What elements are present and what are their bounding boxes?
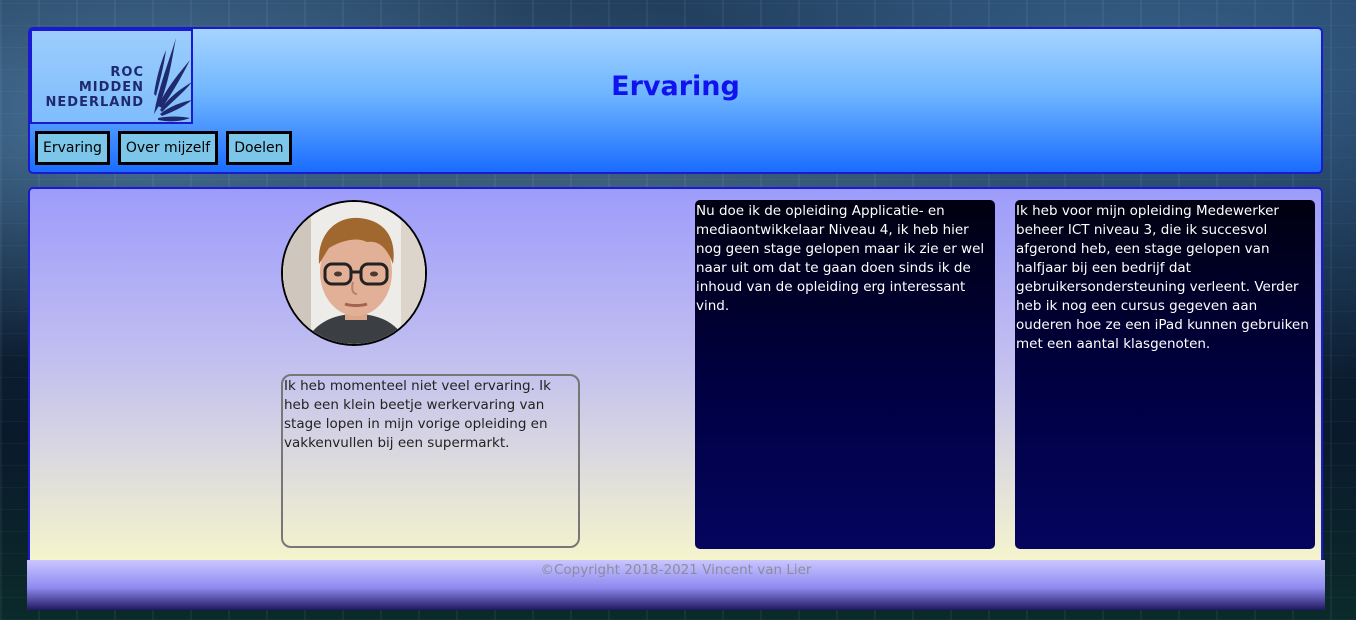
profile-photo xyxy=(281,200,427,346)
intro-text-box: Ik heb momenteel niet veel ervaring. Ik … xyxy=(281,374,580,548)
nav-button-ervaring[interactable]: Ervaring xyxy=(35,131,110,165)
site-header: ROC MIDDEN NEDERLAND Ervaring Ervaring O… xyxy=(28,27,1323,174)
main-nav: Ervaring Over mijzelf Doelen xyxy=(35,131,292,165)
profile-photo-illustration xyxy=(283,202,425,344)
copyright-text: ©Copyright 2018-2021 Vincent van Lier xyxy=(540,562,812,578)
current-education-box: Nu doe ik de opleiding Applicatie- en me… xyxy=(695,200,995,549)
content-panel: Ik heb momenteel niet veel ervaring. Ik … xyxy=(28,187,1323,572)
previous-education-box: Ik heb voor mijn opleiding Medewerker be… xyxy=(1015,200,1315,549)
site-footer: ©Copyright 2018-2021 Vincent van Lier xyxy=(27,560,1325,610)
page-title: Ervaring xyxy=(611,71,740,102)
nav-button-doelen[interactable]: Doelen xyxy=(226,131,292,165)
nav-button-over-mijzelf[interactable]: Over mijzelf xyxy=(117,131,219,165)
